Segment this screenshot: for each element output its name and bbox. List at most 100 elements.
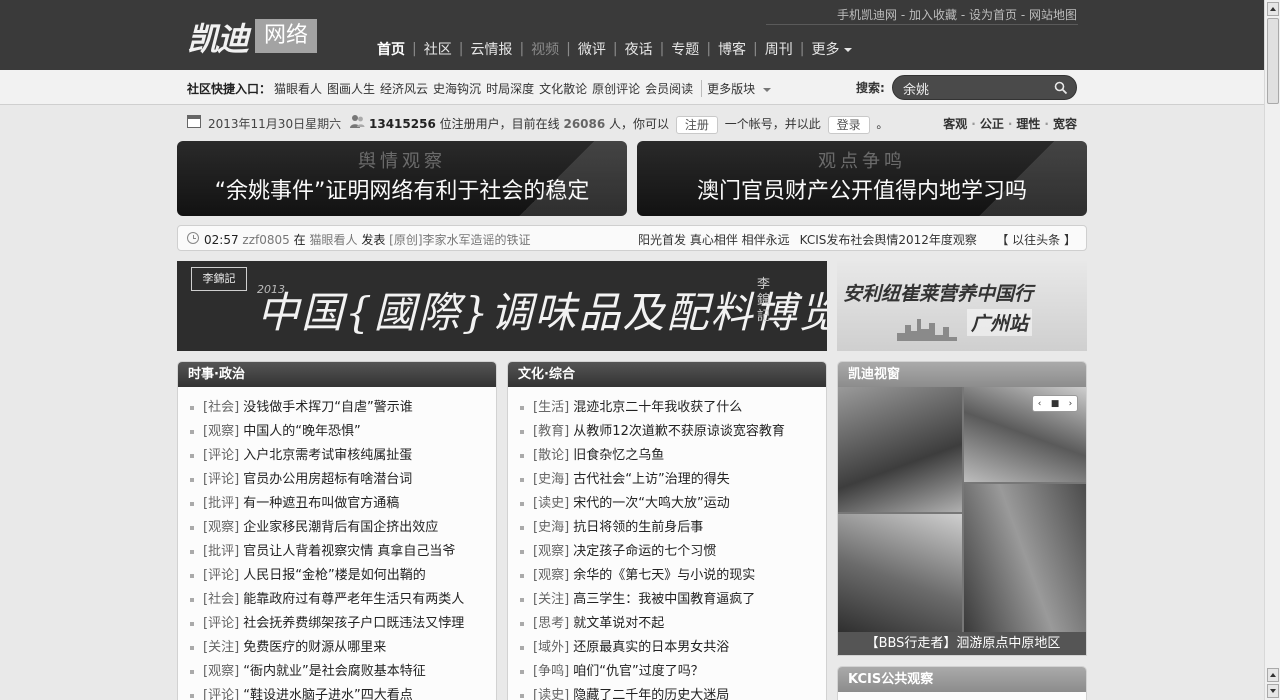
list-item[interactable]: [评论] 入户北京需考试审核纯属扯蛋 — [190, 444, 496, 468]
site-logo-box[interactable]: 网络 — [255, 19, 317, 53]
article-title[interactable]: 人民日报“金枪”楼是如何出鞘的 — [243, 568, 425, 583]
list-item[interactable]: [评论] 社会抚养费绑架孩子户口既违法又悖理 — [190, 612, 496, 636]
list-item[interactable]: [关注] 免费医疗的财源从哪里来 — [190, 636, 496, 660]
register-button[interactable]: 注册 — [675, 115, 718, 134]
article-title[interactable]: 中国人的“晚年恐惧” — [243, 424, 360, 439]
nav-topics[interactable]: 专题 — [664, 39, 706, 59]
ticker-user[interactable]: zzf0805 — [242, 233, 289, 247]
list-item[interactable]: [域外] 还原最真实的日本男女共浴 — [520, 636, 826, 660]
quick-item-wenhua[interactable]: 文化散论 — [539, 80, 587, 97]
column-title[interactable]: 文化·综合 — [508, 362, 826, 387]
article-title[interactable]: 入户北京需考试审核纯属扯蛋 — [243, 448, 412, 463]
article-title[interactable]: 决定孩子命运的七个习惯 — [573, 544, 716, 559]
list-item[interactable]: [社会] 没钱做手术挥刀“自虐”警示谁 — [190, 396, 496, 420]
article-title[interactable]: 官员办公用房超标有啥潜台词 — [243, 472, 412, 487]
article-title[interactable]: “鞋设进水脑子进水”四大看点 — [243, 688, 412, 700]
nav-night-talk[interactable]: 夜话 — [618, 39, 660, 59]
nav-weekly[interactable]: 周刊 — [758, 39, 800, 59]
list-item[interactable]: [社会] 能靠政府过有尊严老年生活只有两类人 — [190, 588, 496, 612]
nav-community[interactable]: 社区 — [417, 39, 459, 59]
article-title[interactable]: 官员让人背着视察灾情 真拿自己当爷 — [243, 544, 455, 559]
article-title[interactable]: 免费医疗的财源从哪里来 — [243, 640, 386, 655]
kcis-panel-title[interactable]: KCIS公共观察 — [838, 667, 1086, 692]
list-item[interactable]: [观察] 决定孩子命运的七个习惯 — [520, 540, 826, 564]
chevron-left-icon[interactable]: ‹ — [1038, 399, 1042, 409]
article-title[interactable]: 咱们“仇官”过度了吗？ — [573, 664, 703, 679]
article-title[interactable]: 宋代的一次“大鸣大放”运动 — [573, 496, 729, 511]
nav-video[interactable]: 视频 — [524, 39, 566, 59]
nav-cloud-intel[interactable]: 云情报 — [463, 39, 519, 59]
past-headlines-link[interactable]: 【 以往头条 】 — [996, 231, 1076, 248]
list-item[interactable]: [观察] “衙内就业”是社会腐败基本特征 — [190, 660, 496, 684]
quick-item-yuanchuang[interactable]: 原创评论 — [592, 80, 640, 97]
banner-headline[interactable]: 澳门官员财产公开值得内地学习吗 — [637, 173, 1087, 205]
list-item[interactable]: [批评] 官员让人背着视察灾情 真拿自己当爷 — [190, 540, 496, 564]
headline-banner-debate[interactable]: 观点争鸣 澳门官员财产公开值得内地学习吗 — [637, 141, 1087, 216]
quick-item-jingji[interactable]: 经济风云 — [380, 80, 428, 97]
article-title[interactable]: 高三学生：我被中国教育逼疯了 — [573, 592, 755, 607]
list-item[interactable]: [评论] 人民日报“金枪”楼是如何出鞘的 — [190, 564, 496, 588]
article-title[interactable]: “衙内就业”是社会腐败基本特征 — [243, 664, 425, 679]
list-item[interactable]: [批评] 有一种遮丑布叫做官方通稿 — [190, 492, 496, 516]
ad-banner-expo[interactable]: 李錦記 2013 中国{國際}调味品及配料博览 李錦記 — [177, 261, 827, 351]
list-item[interactable]: [观察] 中国人的“晚年恐惧” — [190, 420, 496, 444]
article-title[interactable]: 能靠政府过有尊严老年生活只有两类人 — [243, 592, 464, 607]
list-item[interactable]: [观察] 企业家移民潮背后有国企挤出效应 — [190, 516, 496, 540]
article-title[interactable]: 还原最真实的日本男女共浴 — [573, 640, 729, 655]
ad-banner-amway[interactable]: 安利纽崔莱营养中国行 广州站 — [837, 261, 1087, 351]
list-item[interactable]: [评论] 官员办公用房超标有啥潜台词 — [190, 468, 496, 492]
top-link-mobile[interactable]: 手机凯迪网 — [837, 8, 897, 22]
list-item[interactable]: [关注] 高三学生：我被中国教育逼疯了 — [520, 588, 826, 612]
login-button[interactable]: 登录 — [827, 115, 870, 134]
list-item[interactable]: [评论] “鞋设进水脑子进水”四大看点 — [190, 684, 496, 700]
list-item[interactable]: [散论] 旧食杂忆之乌鱼 — [520, 444, 826, 468]
site-logo[interactable]: 凯迪 — [187, 14, 249, 60]
list-item[interactable]: [思考] 就文革说对不起 — [520, 612, 826, 636]
quick-item-shiju[interactable]: 时局深度 — [486, 80, 534, 97]
nav-microcomment[interactable]: 微评 — [571, 39, 613, 59]
scroll-up-button[interactable] — [1267, 668, 1279, 682]
article-title[interactable]: 旧食杂忆之乌鱼 — [573, 448, 664, 463]
article-title[interactable]: 抗日将领的生前身后事 — [573, 520, 703, 535]
column-title[interactable]: 时事·政治 — [178, 362, 496, 387]
article-title[interactable]: 没钱做手术挥刀“自虐”警示谁 — [243, 400, 412, 415]
top-link-favorite[interactable]: 加入收藏 — [909, 8, 957, 22]
article-title[interactable]: 就文革说对不起 — [573, 616, 664, 631]
ticker-link[interactable]: 阳光首发 真心相伴 相伴永远 — [638, 231, 790, 248]
nav-more[interactable]: 更多 — [804, 39, 859, 59]
list-item[interactable]: [争鸣] 咱们“仇官”过度了吗？ — [520, 660, 826, 684]
article-title[interactable]: 有一种遮丑布叫做官方通稿 — [243, 496, 399, 511]
quick-item-huiyuan[interactable]: 会员阅读 — [645, 80, 693, 97]
ticker-link[interactable]: KCIS发布社会舆情2012年度观察 — [800, 231, 977, 248]
list-item[interactable]: [读史] 宋代的一次“大鸣大放”运动 — [520, 492, 826, 516]
photo-caption[interactable]: 【BBS行走者】洄游原点中原地区 — [838, 632, 1086, 655]
banner-headline[interactable]: “余姚事件”证明网络有利于社会的稳定 — [177, 173, 627, 205]
list-item[interactable]: [生活] 混迹北京二十年我收获了什么 — [520, 396, 826, 420]
article-title[interactable]: 企业家移民潮背后有国企挤出效应 — [243, 520, 438, 535]
pause-icon[interactable]: ■ — [1051, 399, 1060, 409]
article-title[interactable]: 古代社会“上访”治理的得失 — [573, 472, 729, 487]
photo-window-title[interactable]: 凯迪视窗 — [838, 362, 1086, 387]
search-input[interactable] — [903, 79, 1043, 97]
list-item[interactable]: [史海] 古代社会“上访”治理的得失 — [520, 468, 826, 492]
top-link-homepage[interactable]: 设为首页 — [969, 8, 1017, 22]
photo-collage[interactable]: ‹ ■ › — [838, 387, 1086, 632]
list-item[interactable]: [观察] 余华的《第七天》与小说的现实 — [520, 564, 826, 588]
vertical-scrollbar[interactable] — [1264, 0, 1280, 700]
quick-item-maoyan[interactable]: 猫眼看人 — [274, 80, 322, 97]
list-item[interactable]: [读史] 隐藏了二千年的历史大迷局 — [520, 684, 826, 700]
list-item[interactable]: [教育] 从教师12次道歉不获原谅谈宽容教育 — [520, 420, 826, 444]
ticker-post-link[interactable]: [原创]李家水军造谣的铁证 — [389, 233, 530, 247]
nav-home[interactable]: 首页 — [377, 39, 412, 59]
nav-blog[interactable]: 博客 — [711, 39, 753, 59]
article-title[interactable]: 余华的《第七天》与小说的现实 — [573, 568, 755, 583]
article-title[interactable]: 隐藏了二千年的历史大迷局 — [573, 688, 729, 700]
article-title[interactable]: 混迹北京二十年我收获了什么 — [573, 400, 742, 415]
search-icon[interactable] — [1054, 81, 1068, 95]
quick-item-tuhua[interactable]: 图画人生 — [327, 80, 375, 97]
quick-more-boards[interactable]: 更多版块 — [701, 80, 776, 97]
list-item[interactable]: [史海] 抗日将领的生前身后事 — [520, 516, 826, 540]
scroll-thumb[interactable] — [1267, 18, 1279, 104]
article-title[interactable]: 社会抚养费绑架孩子户口既违法又悖理 — [243, 616, 464, 631]
quick-item-shihai[interactable]: 史海钩沉 — [433, 80, 481, 97]
